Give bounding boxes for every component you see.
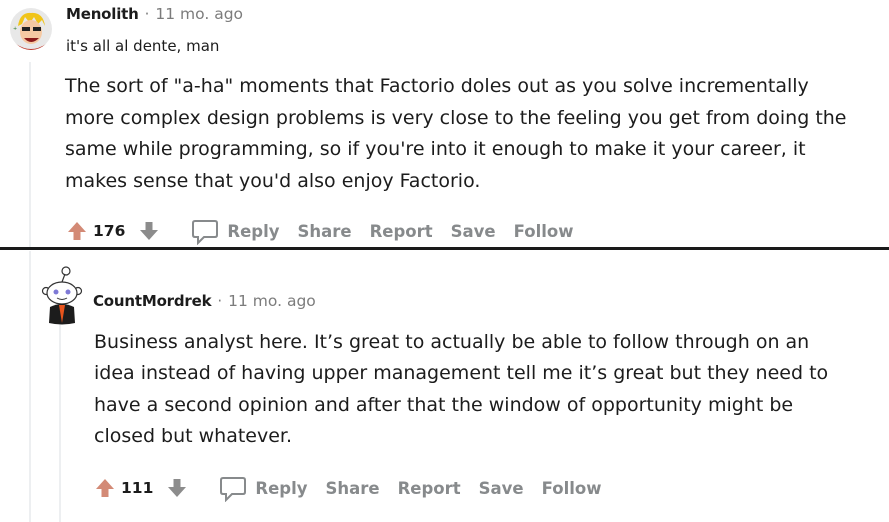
timestamp[interactable]: 11 mo. ago bbox=[155, 5, 243, 23]
user-avatar[interactable] bbox=[40, 265, 84, 325]
reply-button[interactable]: Reply bbox=[191, 217, 279, 245]
thread-line[interactable] bbox=[29, 251, 31, 522]
comment-bubble-icon bbox=[192, 220, 219, 245]
reply-label[interactable]: Reply bbox=[255, 479, 307, 498]
save-button[interactable]: Save bbox=[451, 222, 496, 241]
thread-line[interactable] bbox=[29, 62, 31, 248]
snoo-avatar-icon bbox=[41, 266, 83, 325]
comment-menolith: + Menolith · 11 mo. ago it's all al dent… bbox=[0, 0, 889, 248]
user-flair: it's all al dente, man bbox=[66, 37, 220, 55]
vote-score: 111 bbox=[121, 479, 154, 497]
downvote-arrow-icon[interactable] bbox=[139, 221, 159, 241]
svg-text:+: + bbox=[13, 26, 17, 32]
upvote-arrow-icon[interactable] bbox=[95, 478, 115, 498]
cartoon-face-icon: + bbox=[10, 8, 52, 50]
comment-body-line: The sort of "a-ha" moments that Factorio… bbox=[65, 75, 809, 97]
comment-body-line: same while programming, so if you're int… bbox=[65, 138, 806, 160]
comment-meta: CountMordrek · 11 mo. ago bbox=[93, 292, 316, 310]
comment-body-line: have a second opinion and after that the… bbox=[94, 394, 794, 416]
comment-body-line: closed but whatever. bbox=[94, 425, 293, 447]
vote-score: 176 bbox=[93, 222, 126, 240]
follow-button[interactable]: Follow bbox=[514, 222, 574, 241]
report-button[interactable]: Report bbox=[398, 479, 461, 498]
comment-meta: Menolith · 11 mo. ago bbox=[66, 5, 243, 23]
reply-button[interactable]: Reply bbox=[219, 474, 307, 502]
meta-separator: · bbox=[144, 5, 150, 23]
section-divider bbox=[0, 247, 889, 250]
comment-actions: 111 Reply Share Report Save Follow bbox=[95, 473, 619, 503]
follow-button[interactable]: Follow bbox=[542, 479, 602, 498]
thread-line[interactable] bbox=[59, 323, 61, 522]
share-button[interactable]: Share bbox=[297, 222, 351, 241]
reply-label[interactable]: Reply bbox=[227, 222, 279, 241]
comment-bubble-icon bbox=[220, 477, 247, 502]
save-button[interactable]: Save bbox=[479, 479, 524, 498]
username[interactable]: CountMordrek bbox=[93, 292, 212, 310]
share-button[interactable]: Share bbox=[325, 479, 379, 498]
comment-body-line: makes sense that you'd also enjoy Factor… bbox=[65, 170, 481, 192]
upvote-arrow-icon[interactable] bbox=[67, 221, 87, 241]
comment-body-line: more complex design problems is very clo… bbox=[65, 107, 847, 129]
comment-body-line: idea instead of having upper management … bbox=[94, 362, 829, 384]
user-avatar[interactable]: + bbox=[10, 8, 52, 50]
username[interactable]: Menolith bbox=[66, 5, 139, 23]
downvote-arrow-icon[interactable] bbox=[167, 478, 187, 498]
report-button[interactable]: Report bbox=[370, 222, 433, 241]
timestamp[interactable]: 11 mo. ago bbox=[228, 292, 316, 310]
meta-separator: · bbox=[217, 292, 223, 310]
comment-countmordrek: CountMordrek · 11 mo. ago Business analy… bbox=[0, 251, 889, 522]
comment-body-line: Business analyst here. It’s great to act… bbox=[94, 331, 810, 353]
comment-actions: 176 Reply Share Report Save Follow bbox=[67, 216, 591, 246]
